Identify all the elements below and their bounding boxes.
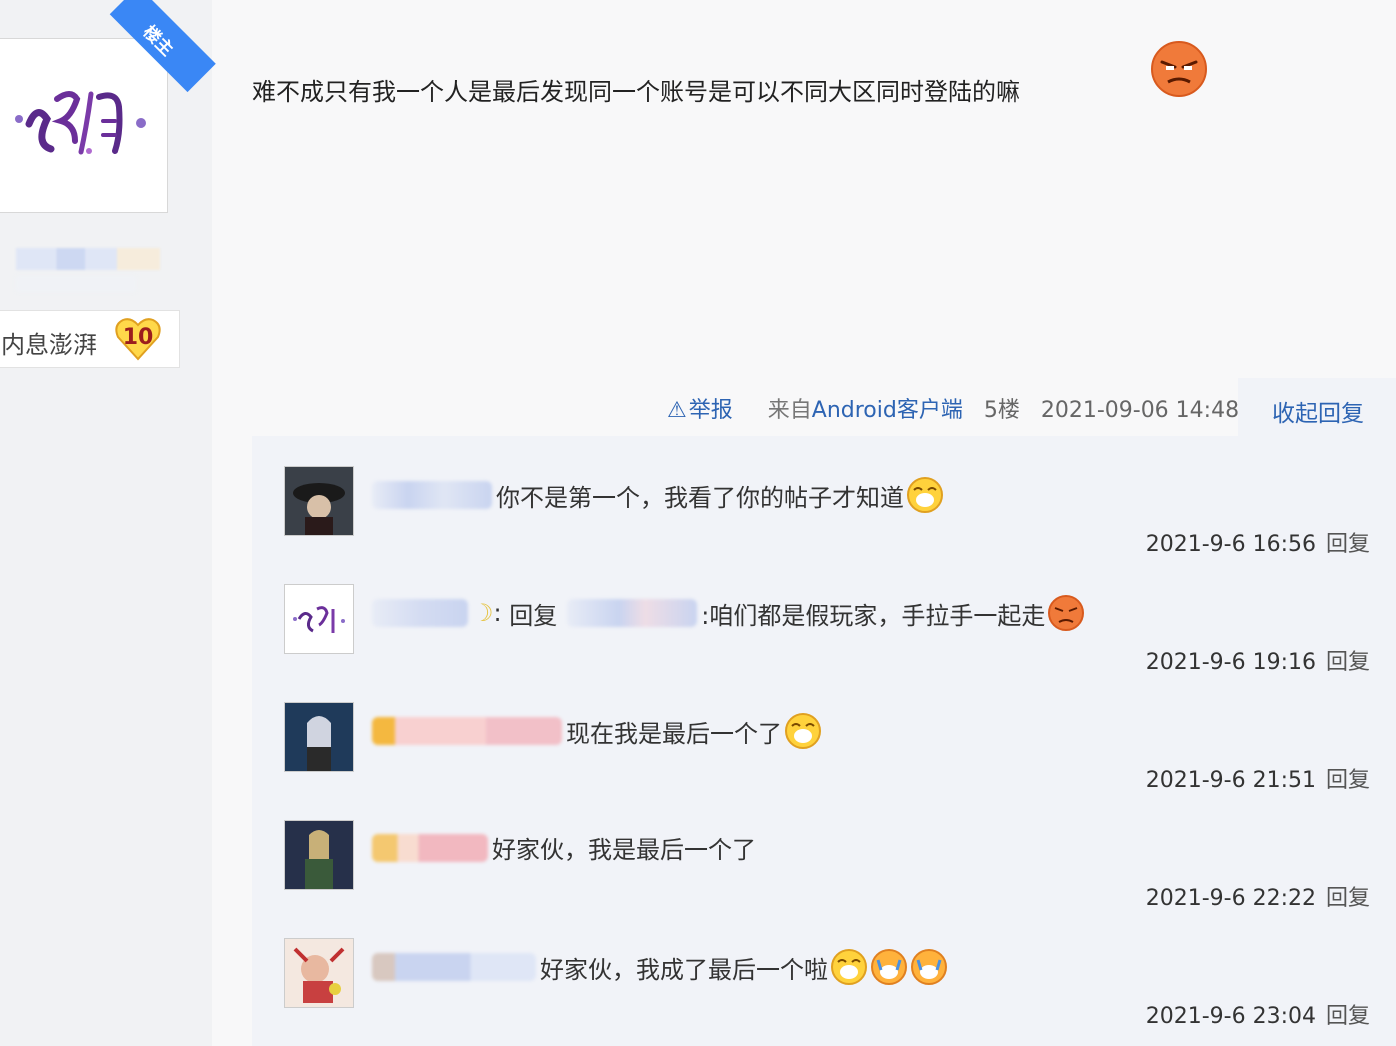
angry-face-icon [1150,40,1208,102]
username-blurred[interactable] [372,481,492,509]
reply-avatar[interactable] [284,702,354,772]
reply-text: 现在我是最后一个了 [566,719,782,748]
avatar-image [285,703,353,771]
username-blurred[interactable] [372,953,536,981]
author-avatar[interactable] [0,38,168,213]
reply-item: 好家伙，我是最后一个了 2021-9-6 22:22 回复 [252,790,1396,911]
angry-face-icon [1048,595,1085,631]
avatar-image [285,821,353,889]
reply-avatar[interactable] [284,938,354,1008]
floor-number: 5楼 [983,398,1020,423]
avatar-image [285,939,353,1007]
reply-word: 回复 [509,601,558,630]
reply-stamp: 2021-9-6 23:04 回复 [1146,998,1370,1030]
source-prefix: 来自 [767,398,812,423]
post-text: 难不成只有我一个人是最后发现同一个账号是可以不同大区同时登陆的嘛 [252,78,1020,106]
reply-item: ☽ : 回复 :咱们都是假玩家，手拉手一起走 2021-9-6 19:16 回复 [252,554,1396,675]
avatar-image [285,585,353,653]
collapse-tab: 收起回复 [1238,378,1396,436]
author-subtitle-blurred [16,276,136,292]
reply-item: 现在我是最后一个了 2021-9-6 21:51 回复 [252,672,1396,793]
reply-text: 你不是第一个，我看了你的帖子才知道 [496,483,904,512]
reply-line: 现在我是最后一个了 [372,712,822,750]
source-client-link[interactable]: Android客户端 [812,398,963,423]
report-link[interactable]: ⚠举报 [667,398,747,423]
post-meta: ⚠举报 来自Android客户端 5楼 2021-09-06 14:48 [667,392,1253,424]
reply-avatar[interactable] [284,466,354,536]
reply-item: 你不是第一个，我看了你的帖子才知道 2021-9-6 16:56 回复 [252,436,1396,557]
username-blurred[interactable] [372,599,468,627]
level-badge-box[interactable]: 内息澎湃 10 [0,310,180,368]
reply-item: 好家伙，我成了最后一个啦 2021-9-6 23:04 回复 [252,908,1396,1029]
reply-avatar[interactable] [284,820,354,890]
author-sidebar: 内息澎湃 10 [0,0,212,1046]
reply-line: 好家伙，我成了最后一个啦 [372,948,948,986]
warning-icon: ⚠ [667,398,687,423]
crying-face-icon [785,713,821,749]
username-blurred[interactable] [372,717,562,745]
avatar-image [285,467,353,535]
level-label: 内息澎湃 [1,331,97,359]
reply-line: 你不是第一个，我看了你的帖子才知道 [372,476,944,514]
reply-list: 你不是第一个，我看了你的帖子才知道 2021-9-6 16:56 回复 ☽ : 回… [252,436,1396,1046]
reply-target-blurred[interactable] [567,599,698,627]
crying-face-icon [907,477,943,513]
reply-text: 好家伙，我是最后一个了 [492,836,756,864]
crying-face-icon [831,949,867,985]
reply-text: 好家伙，我成了最后一个啦 [540,955,828,984]
moon-icon: ☽ [472,599,494,627]
username-blurred[interactable] [372,833,488,862]
reply-line: 好家伙，我是最后一个了 [372,830,756,865]
reply-time: 2021-9-6 23:04 [1145,1004,1316,1029]
level-heart-icon: 10 [115,317,161,361]
post-datetime: 2021-09-06 14:48 [1040,398,1240,423]
source-info: 来自Android客户端 [768,398,963,423]
crying-face-icon [871,949,907,985]
reply-button[interactable]: 回复 [1326,1004,1370,1029]
post-content: 难不成只有我一个人是最后发现同一个账号是可以不同大区同时登陆的嘛 ⚠举报 来自A… [212,0,1396,1046]
calligraphy-logo [15,91,146,155]
crying-face-icon [911,949,947,985]
colon-separator: : [493,599,510,627]
reply-text: :咱们都是假玩家，手拉手一起走 [701,601,1046,630]
report-label: 举报 [688,398,733,423]
collapse-replies-button[interactable]: 收起回复 [1272,394,1364,428]
level-number: 10 [122,325,154,350]
reply-avatar[interactable] [284,584,354,654]
author-name-blurred[interactable] [16,248,160,270]
reply-line: ☽ : 回复 :咱们都是假玩家，手拉手一起走 [372,594,1085,632]
